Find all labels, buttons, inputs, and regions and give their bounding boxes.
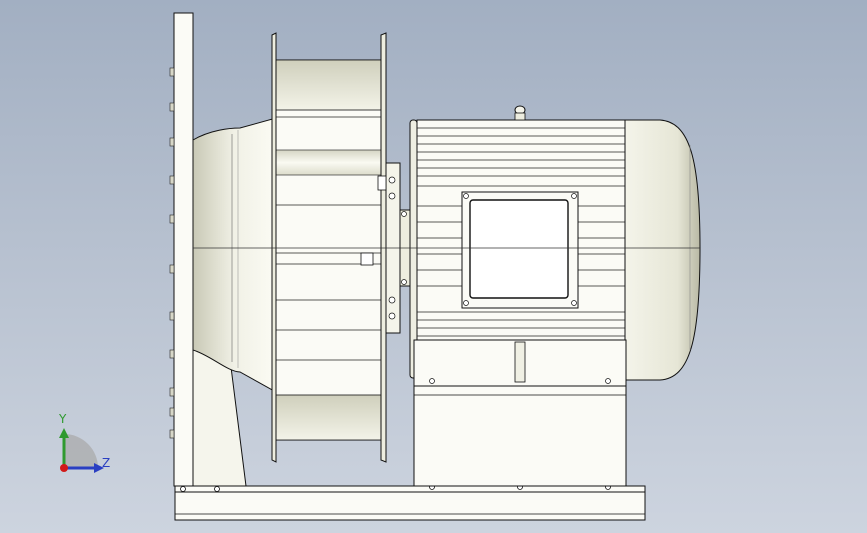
motor[interactable] (409, 105, 701, 487)
inlet-cone[interactable] (192, 117, 277, 393)
base-frame[interactable] (174, 484, 646, 521)
cad-viewport[interactable]: Y Z (0, 0, 867, 533)
plate-bolts (169, 67, 175, 439)
axis-z-label: Z (102, 456, 111, 470)
terminal-box[interactable] (461, 191, 579, 309)
fan-impeller[interactable] (271, 32, 387, 463)
orientation-triad[interactable]: Y Z (40, 410, 120, 480)
model-view[interactable] (0, 0, 867, 533)
axis-y-label: Y (59, 412, 67, 426)
lifting-eye[interactable] (514, 105, 526, 121)
